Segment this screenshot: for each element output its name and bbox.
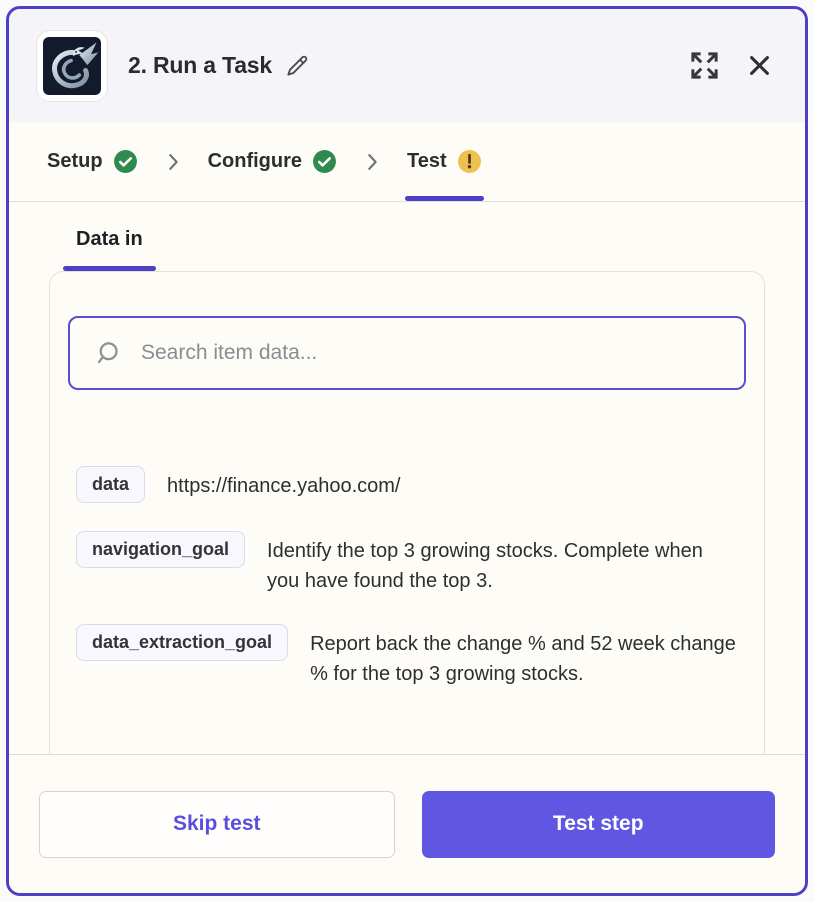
field-list: data https://finance.yahoo.com/ navigati…: [68, 466, 746, 689]
active-tab-underline: [63, 266, 156, 271]
field-row-data-extraction-goal: data_extraction_goal Report back the cha…: [76, 624, 738, 689]
step-title: 2. Run a Task: [128, 52, 272, 79]
field-key-pill: navigation_goal: [76, 531, 245, 568]
step-setup[interactable]: Setup: [45, 122, 140, 201]
step-editor-modal: 2. Run a Task: [6, 6, 808, 896]
step-setup-label: Setup: [47, 150, 103, 173]
field-key-pill: data_extraction_goal: [76, 624, 288, 661]
step-configure[interactable]: Configure: [206, 122, 339, 201]
step-configure-label: Configure: [208, 150, 302, 173]
field-value: Report back the change % and 52 week cha…: [310, 624, 738, 689]
edit-title-button[interactable]: [284, 53, 310, 79]
tab-data-in-label: Data in: [76, 228, 143, 250]
search-icon: [94, 340, 121, 367]
chevron-right-icon: [140, 122, 206, 201]
test-panel: Data in data https://finance.yahoo.com/ …: [9, 202, 805, 754]
warning-circle-icon: [457, 149, 482, 174]
app-logo: [36, 30, 108, 102]
modal-header: 2. Run a Task: [9, 9, 805, 122]
steps-breadcrumb: Setup Configure Test: [9, 122, 805, 202]
search-box: [68, 316, 746, 390]
data-in-card: data https://finance.yahoo.com/ navigati…: [49, 271, 765, 754]
expand-icon: [689, 50, 720, 81]
field-value: Identify the top 3 growing stocks. Compl…: [267, 531, 719, 596]
field-row-data: data https://finance.yahoo.com/: [76, 466, 738, 503]
step-test-label: Test: [407, 150, 447, 173]
pencil-icon: [284, 53, 310, 79]
field-row-navigation-goal: navigation_goal Identify the top 3 growi…: [76, 531, 738, 596]
test-step-button[interactable]: Test step: [422, 791, 776, 858]
check-circle-icon: [113, 149, 138, 174]
close-button[interactable]: [746, 52, 773, 79]
modal-footer: Skip test Test step: [9, 754, 805, 893]
field-value: https://finance.yahoo.com/: [167, 466, 400, 501]
close-icon: [746, 52, 773, 79]
skip-test-button[interactable]: Skip test: [39, 791, 395, 858]
check-circle-icon: [312, 149, 337, 174]
dragon-logo-icon: [43, 37, 101, 95]
tab-data-in[interactable]: Data in: [63, 226, 156, 271]
step-test[interactable]: Test: [405, 122, 484, 201]
expand-button[interactable]: [689, 50, 720, 81]
field-key-pill: data: [76, 466, 145, 503]
chevron-right-icon: [339, 122, 405, 201]
search-input[interactable]: [141, 341, 720, 365]
